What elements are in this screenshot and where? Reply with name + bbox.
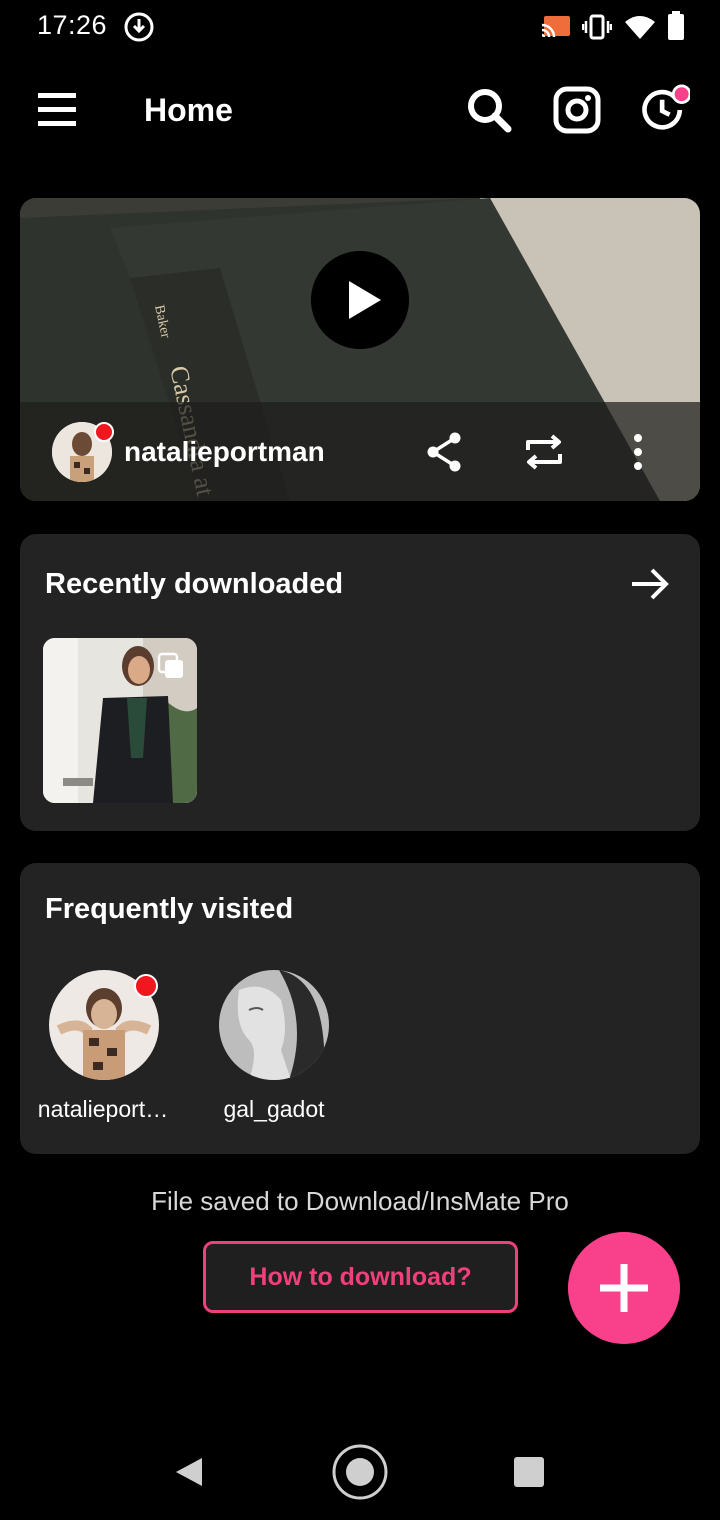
battery-icon — [668, 11, 684, 40]
visited-user-name: gal_gadot — [223, 1096, 325, 1122]
arrow-right-icon[interactable] — [628, 564, 672, 604]
status-bar: 17:26 — [0, 0, 720, 54]
post-username[interactable]: natalieportman — [124, 436, 325, 468]
search-icon[interactable] — [463, 84, 515, 136]
page-title: Home — [144, 92, 233, 128]
vibrate-icon — [582, 14, 612, 40]
recently-downloaded-title: Recently downloaded — [45, 568, 344, 600]
live-indicator — [134, 974, 158, 998]
play-button[interactable] — [311, 251, 409, 349]
frequently-visited-card: Frequently visited natalieport… gal_gado… — [20, 863, 700, 1154]
repost-icon[interactable] — [522, 430, 566, 474]
cast-icon — [541, 16, 570, 38]
post-info-bar: natalieportman — [20, 402, 700, 501]
visited-user-name: natalieport… — [37, 1096, 169, 1122]
avatar-image — [219, 970, 329, 1080]
add-fab-button[interactable] — [568, 1232, 680, 1344]
menu-icon[interactable] — [32, 88, 82, 134]
recently-downloaded-card: Recently downloaded — [20, 534, 700, 831]
history-icon[interactable] — [638, 84, 690, 136]
system-nav-bar — [0, 1420, 720, 1520]
wifi-icon — [625, 16, 655, 39]
download-indicator-icon — [124, 12, 154, 42]
avatar[interactable] — [219, 970, 329, 1080]
back-icon[interactable] — [170, 1454, 206, 1490]
multiple-images-icon — [157, 652, 183, 678]
app-bar: Home — [0, 64, 720, 156]
instagram-icon[interactable] — [551, 84, 603, 136]
how-to-download-button[interactable]: How to download? — [203, 1241, 518, 1313]
share-icon[interactable] — [423, 430, 467, 474]
downloaded-thumbnail[interactable] — [43, 638, 197, 803]
more-options-icon[interactable] — [616, 430, 660, 474]
live-indicator — [94, 422, 114, 442]
frequently-visited-title: Frequently visited — [45, 893, 294, 925]
file-saved-note: File saved to Download/InsMate Pro — [151, 1186, 569, 1216]
recents-icon[interactable] — [513, 1456, 545, 1488]
home-icon[interactable] — [331, 1443, 389, 1501]
status-time: 17:26 — [37, 10, 108, 40]
